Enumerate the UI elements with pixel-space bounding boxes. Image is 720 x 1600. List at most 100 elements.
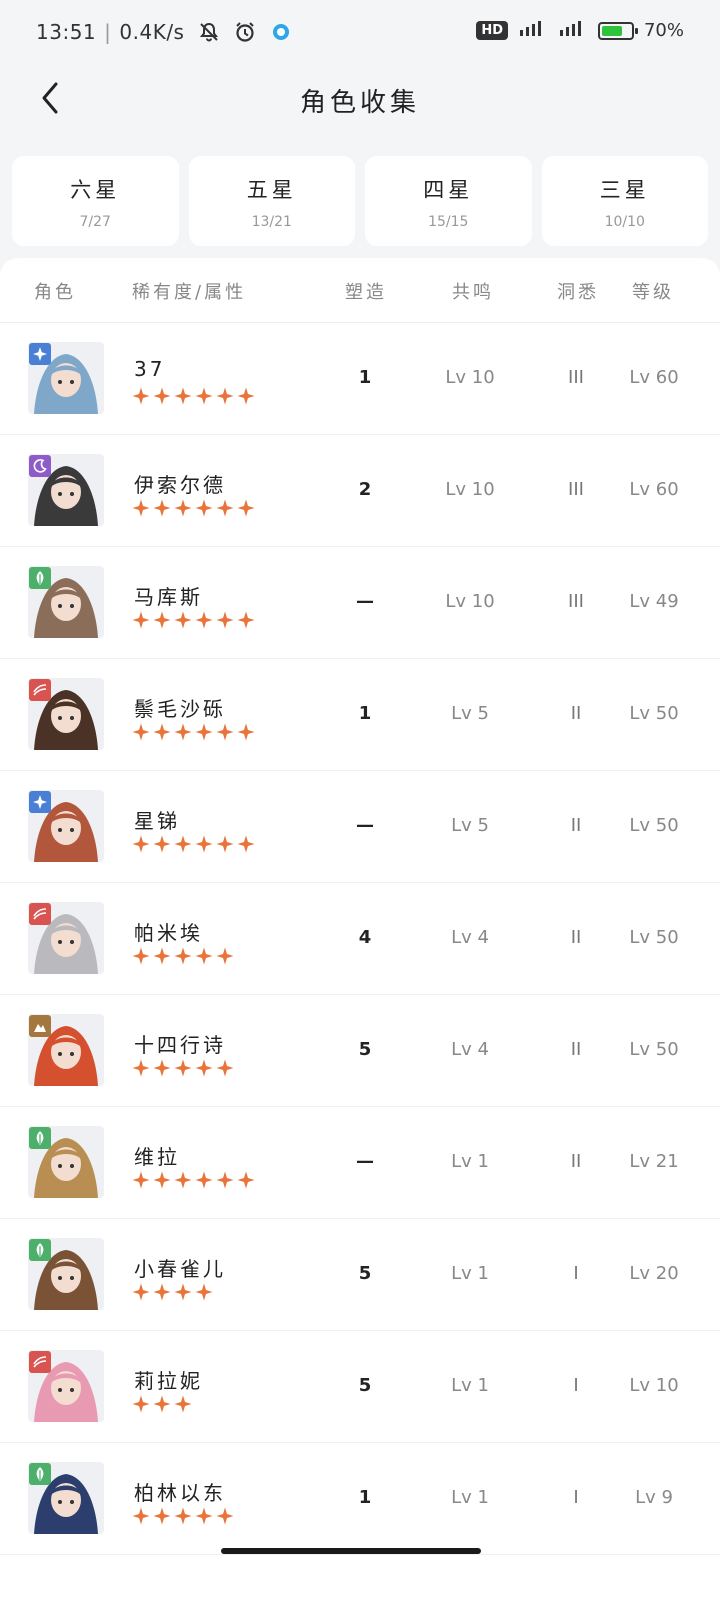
signal-icon-5g	[558, 18, 588, 43]
shape-value: 1	[358, 703, 372, 724]
shape-value: 1	[358, 367, 372, 388]
rarity-stars	[132, 723, 255, 741]
star-icon	[153, 1395, 171, 1413]
rarity-stars	[132, 1059, 234, 1077]
star-icon	[132, 1507, 150, 1525]
shape-value: 2	[358, 479, 372, 500]
level-value: Lv 50	[629, 1039, 679, 1060]
star-icon	[132, 723, 150, 741]
tab-count: 13/21	[251, 214, 292, 230]
star-icon	[216, 1171, 234, 1189]
star-attribute-icon	[29, 343, 51, 365]
status-separator: |	[104, 20, 112, 44]
star-icon	[237, 499, 255, 517]
level-value: Lv 9	[635, 1487, 673, 1508]
star-icon	[132, 387, 150, 405]
avatar	[28, 1126, 104, 1198]
insight-value: II	[570, 1039, 582, 1060]
level-value: Lv 50	[629, 703, 679, 724]
shape-value: 5	[358, 1039, 372, 1060]
star-icon	[195, 1059, 213, 1077]
column-header-rarity-attribute: 稀有度/属性	[132, 282, 247, 303]
star-icon	[132, 1171, 150, 1189]
tab-count: 15/15	[428, 214, 469, 230]
star-icon	[237, 387, 255, 405]
rarity-stars	[132, 1395, 192, 1413]
character-row[interactable]: 柏林以东 1 Lv 1 I Lv 9	[0, 1443, 720, 1555]
tab-three-star[interactable]: 三星 10/10	[541, 156, 708, 246]
character-row[interactable]: 小春雀儿 5 Lv 1 I Lv 20	[0, 1219, 720, 1331]
character-name: 小春雀儿	[134, 1257, 226, 1281]
star-icon	[174, 1507, 192, 1525]
star-icon	[174, 947, 192, 965]
character-row[interactable]: 马库斯 — Lv 10 III Lv 49	[0, 547, 720, 659]
bell-muted-icon	[198, 21, 220, 43]
app-status-icon	[270, 21, 292, 43]
rarity-stars	[132, 835, 255, 853]
resonance-value: Lv 10	[445, 367, 495, 388]
star-icon	[237, 611, 255, 629]
star-icon	[174, 1171, 192, 1189]
alarm-icon	[234, 21, 256, 43]
star-icon	[174, 835, 192, 853]
star-icon	[174, 1283, 192, 1301]
avatar	[28, 1238, 104, 1310]
character-row[interactable]: 十四行诗 5 Lv 4 II Lv 50	[0, 995, 720, 1107]
star-icon	[195, 1171, 213, 1189]
character-row[interactable]: 维拉 — Lv 1 II Lv 21	[0, 1107, 720, 1219]
insight-value: II	[570, 703, 582, 724]
home-indicator[interactable]	[221, 1548, 481, 1554]
tab-label: 五星	[246, 178, 297, 202]
character-rows: 37 1 Lv 10 III Lv 60 伊索尔德 2 Lv 10 III Lv 60 马库斯 — Lv…	[0, 323, 720, 1555]
character-row[interactable]: 伊索尔德 2 Lv 10 III Lv 60	[0, 435, 720, 547]
resonance-value: Lv 4	[451, 1039, 489, 1060]
character-row[interactable]: 37 1 Lv 10 III Lv 60	[0, 323, 720, 435]
star-icon	[174, 499, 192, 517]
resonance-value: Lv 1	[451, 1151, 489, 1172]
character-name: 莉拉妮	[134, 1369, 203, 1393]
resonance-value: Lv 4	[451, 927, 489, 948]
resonance-value: Lv 1	[451, 1487, 489, 1508]
character-row[interactable]: 莉拉妮 5 Lv 1 I Lv 10	[0, 1331, 720, 1443]
column-header-shape: 塑造	[345, 282, 387, 303]
star-icon	[195, 835, 213, 853]
status-right: HD 70%	[476, 18, 684, 43]
star-icon	[132, 947, 150, 965]
character-name: 维拉	[134, 1145, 180, 1169]
avatar	[28, 1014, 104, 1086]
star-icon	[195, 387, 213, 405]
star-icon	[195, 947, 213, 965]
star-icon	[237, 723, 255, 741]
star-icon	[195, 499, 213, 517]
tab-six-star[interactable]: 六星 7/27	[12, 156, 179, 246]
character-name: 鬃毛沙砾	[134, 697, 226, 721]
status-bar: 13:51 | 0.4K/s HD 70%	[0, 0, 720, 64]
level-value: Lv 60	[629, 367, 679, 388]
level-value: Lv 10	[629, 1375, 679, 1396]
claw-attribute-icon	[29, 1351, 51, 1373]
star-icon	[216, 1507, 234, 1525]
star-icon	[132, 835, 150, 853]
tab-label: 三星	[599, 178, 650, 202]
shape-value: 5	[358, 1263, 372, 1284]
leaf-attribute-icon	[29, 567, 51, 589]
insight-value: III	[568, 367, 584, 388]
resonance-value: Lv 5	[451, 703, 489, 724]
star-icon	[216, 947, 234, 965]
character-row[interactable]: 帕米埃 4 Lv 4 II Lv 50	[0, 883, 720, 995]
tab-label: 四星	[423, 178, 474, 202]
character-name: 帕米埃	[134, 921, 203, 945]
insight-value: I	[573, 1375, 579, 1396]
leaf-attribute-icon	[29, 1463, 51, 1485]
character-name: 柏林以东	[134, 1481, 226, 1505]
character-row[interactable]: 鬃毛沙砾 1 Lv 5 II Lv 50	[0, 659, 720, 771]
star-icon	[153, 947, 171, 965]
star-icon	[195, 723, 213, 741]
star-icon	[132, 611, 150, 629]
level-value: Lv 21	[629, 1151, 679, 1172]
column-header-character: 角色	[34, 282, 76, 303]
resonance-value: Lv 1	[451, 1375, 489, 1396]
tab-five-star[interactable]: 五星 13/21	[188, 156, 355, 246]
character-row[interactable]: 星锑 — Lv 5 II Lv 50	[0, 771, 720, 883]
tab-four-star[interactable]: 四星 15/15	[365, 156, 532, 246]
